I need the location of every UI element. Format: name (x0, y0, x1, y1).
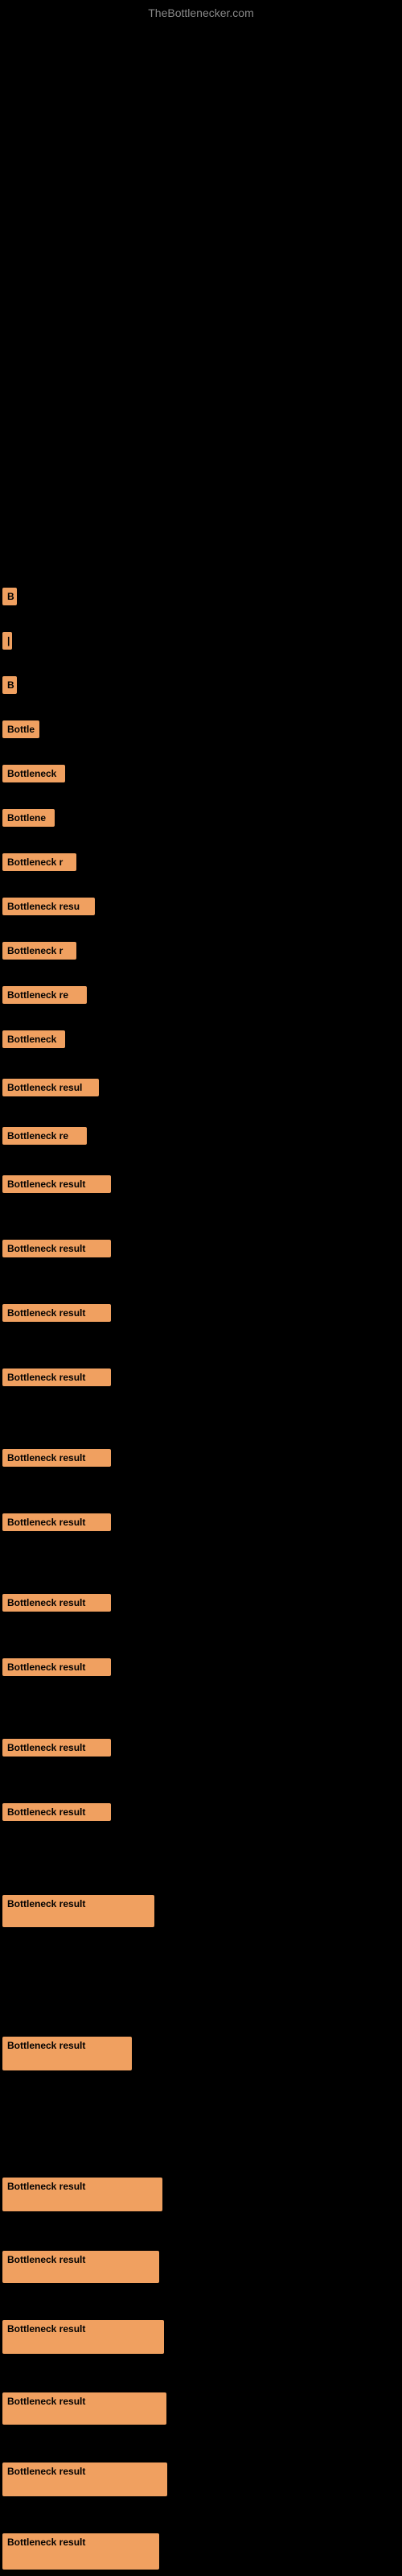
bottleneck-result-item[interactable]: Bottleneck result (2, 1240, 111, 1257)
bottleneck-result-item[interactable]: Bottlene (2, 809, 55, 827)
bottleneck-result-item[interactable]: Bottleneck result (2, 2178, 162, 2211)
bottleneck-result-item[interactable]: Bottleneck result (2, 2533, 159, 2570)
bottleneck-result-item[interactable]: Bottleneck result (2, 1803, 111, 1821)
bottleneck-result-item[interactable]: Bottleneck (2, 1030, 65, 1048)
bottleneck-result-item[interactable]: Bottleneck result (2, 1304, 111, 1322)
bottleneck-result-item[interactable]: Bottleneck (2, 765, 65, 782)
bottleneck-result-item[interactable]: Bottleneck result (2, 2462, 167, 2496)
bottleneck-result-item[interactable]: Bottleneck result (2, 2251, 159, 2283)
bottleneck-result-item[interactable]: Bottleneck r (2, 853, 76, 871)
bottleneck-result-item[interactable]: Bottleneck result (2, 1895, 154, 1927)
bottleneck-result-item[interactable]: B (2, 676, 17, 694)
bottleneck-result-item[interactable]: Bottleneck result (2, 2037, 132, 2070)
bottleneck-result-item[interactable]: Bottle (2, 720, 39, 738)
bottleneck-result-item[interactable]: Bottleneck result (2, 2320, 164, 2354)
bottleneck-result-item[interactable]: Bottleneck r (2, 942, 76, 960)
site-title: TheBottlenecker.com (148, 6, 254, 19)
bottleneck-result-item[interactable]: Bottleneck resul (2, 1079, 99, 1096)
bottleneck-result-item[interactable]: Bottleneck re (2, 1127, 87, 1145)
bottleneck-result-item[interactable]: Bottleneck result (2, 1513, 111, 1531)
bottleneck-result-item[interactable]: Bottleneck result (2, 1368, 111, 1386)
bottleneck-result-item[interactable]: Bottleneck result (2, 1739, 111, 1757)
bottleneck-result-item[interactable]: Bottleneck result (2, 1594, 111, 1612)
bottleneck-result-item[interactable]: B (2, 588, 17, 605)
bottleneck-result-item[interactable]: Bottleneck result (2, 2392, 166, 2425)
bottleneck-result-item[interactable]: Bottleneck result (2, 1175, 111, 1193)
bottleneck-result-item[interactable]: Bottleneck result (2, 1658, 111, 1676)
bottleneck-result-item[interactable]: Bottleneck resu (2, 898, 95, 915)
bottleneck-result-item[interactable]: Bottleneck result (2, 1449, 111, 1467)
bottleneck-result-item[interactable]: Bottleneck re (2, 986, 87, 1004)
bottleneck-result-item[interactable]: | (2, 632, 12, 650)
